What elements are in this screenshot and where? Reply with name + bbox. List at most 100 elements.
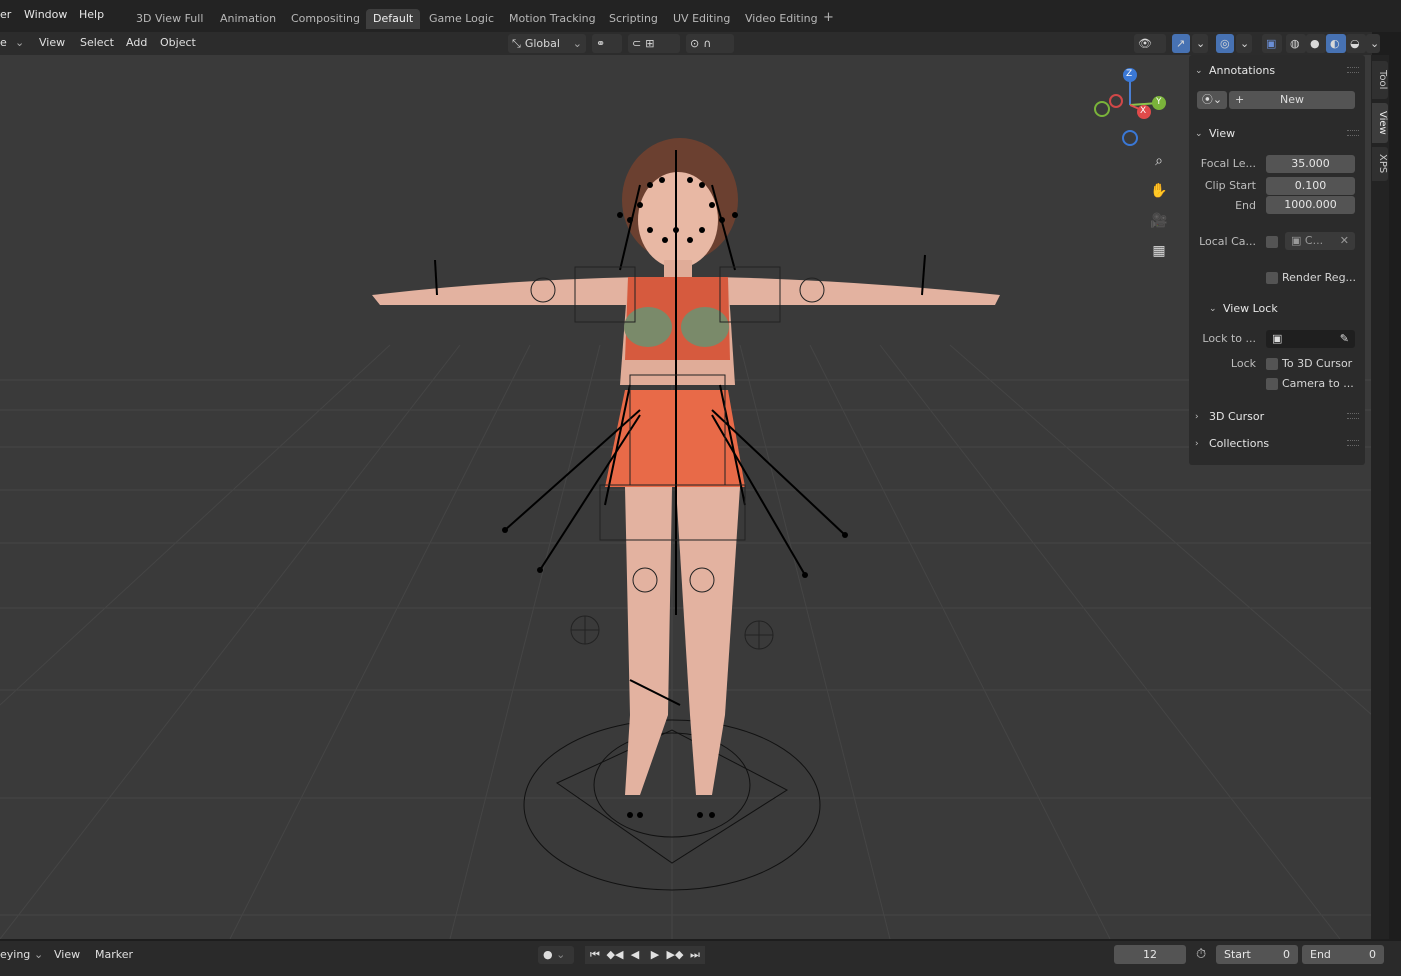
chevron-down-icon[interactable]: ⌄: [34, 948, 43, 961]
clip-end-field[interactable]: 1000.000: [1266, 196, 1355, 214]
tab-compositing[interactable]: Compositing: [284, 9, 367, 29]
tab-game-logic[interactable]: Game Logic: [422, 9, 501, 29]
view-lock-title: View Lock: [1223, 302, 1278, 315]
collections-header[interactable]: › Collections: [1195, 437, 1269, 450]
menu-help[interactable]: Help: [79, 8, 104, 21]
hand-pan-icon[interactable]: ✋: [1147, 179, 1171, 203]
tab-animation[interactable]: Animation: [213, 9, 283, 29]
lock-camera-to-view-checkbox[interactable]: [1266, 378, 1278, 390]
visibility-dropdown[interactable]: 👁: [1134, 34, 1166, 53]
gizmo-dropdown[interactable]: ⌄: [1192, 34, 1208, 53]
tab-3d-view-full[interactable]: 3D View Full: [129, 9, 210, 29]
play-reverse-icon[interactable]: ◀: [625, 946, 645, 964]
auto-keying-toggle[interactable]: ● ⌄: [538, 946, 574, 964]
menu-select[interactable]: Select: [80, 36, 114, 49]
timeline-header: eying ⌄ View Marker ● ⌄ ⏮ ◆◀ ◀ ▶ ▶◆ ⏭ 12…: [0, 941, 1401, 976]
drag-grip-icon[interactable]: [1347, 67, 1359, 73]
tab-uv-editing[interactable]: UV Editing: [666, 9, 737, 29]
tab-scripting[interactable]: Scripting: [602, 9, 665, 29]
navigation-gizmo[interactable]: Z Y X: [1092, 67, 1172, 147]
pivot-icon: ⚭: [596, 37, 606, 50]
chevron-down-icon[interactable]: ⌄: [15, 36, 24, 49]
drag-grip-icon[interactable]: [1347, 130, 1359, 136]
add-workspace-button[interactable]: +: [823, 10, 834, 25]
camera-object-icon: ▣: [1291, 234, 1302, 247]
menu-add[interactable]: Add: [126, 36, 147, 49]
menu-window[interactable]: Window: [24, 8, 67, 21]
chevron-right-icon: ›: [1195, 438, 1199, 449]
menu-file[interactable]: er: [0, 8, 11, 21]
annotations-header[interactable]: ⌄ Annotations: [1195, 64, 1275, 77]
menu-view[interactable]: View: [39, 36, 65, 49]
current-frame-field[interactable]: 12: [1114, 945, 1186, 964]
rendered-sphere-icon: ◒: [1350, 37, 1360, 50]
sidebar-panel: ⌄ Annotations ⦿⌄ + New ⌄ View Focal Le..…: [1189, 55, 1365, 465]
solid-sphere-icon: ●: [1310, 37, 1320, 50]
tab-motion-tracking[interactable]: Motion Tracking: [502, 9, 603, 29]
overlays-toggle[interactable]: ◎: [1216, 34, 1234, 53]
tab-tool[interactable]: Tool: [1372, 61, 1388, 99]
drag-grip-icon[interactable]: [1347, 440, 1359, 446]
tab-view[interactable]: View: [1372, 103, 1388, 143]
shading-wireframe[interactable]: ◍: [1286, 34, 1306, 53]
play-icon[interactable]: ▶: [645, 946, 665, 964]
xray-toggle[interactable]: ▣: [1262, 34, 1282, 53]
3d-viewport[interactable]: Z Y X ⌕ ✋ 🎥 ▦: [0, 55, 1372, 939]
lock-to-3d-cursor-checkbox[interactable]: [1266, 358, 1278, 370]
shading-solid[interactable]: ●: [1306, 34, 1326, 53]
falloff-icon: ∩: [703, 37, 712, 50]
render-region-checkbox[interactable]: [1266, 272, 1278, 284]
eyedropper-icon[interactable]: ✎: [1340, 330, 1349, 348]
snap-toggle[interactable]: ⊂ ⊞: [628, 34, 680, 53]
local-camera-checkbox[interactable]: [1266, 236, 1278, 248]
timeline-menu-view[interactable]: View: [54, 948, 80, 961]
shading-material[interactable]: ◐: [1326, 34, 1346, 53]
new-annotation-button[interactable]: + New: [1229, 91, 1355, 109]
prev-keyframe-icon[interactable]: ◆◀: [605, 946, 625, 964]
grid-perspective-icon[interactable]: ▦: [1147, 239, 1171, 263]
material-sphere-icon: ◐: [1330, 37, 1340, 50]
focal-length-field[interactable]: 35.000: [1266, 155, 1355, 173]
end-frame-field[interactable]: End 0: [1302, 945, 1384, 964]
close-icon[interactable]: ✕: [1340, 232, 1349, 250]
tab-video-editing[interactable]: Video Editing: [738, 9, 825, 29]
jump-end-icon[interactable]: ⏭: [685, 946, 705, 964]
clip-start-field[interactable]: 0.100: [1266, 177, 1355, 195]
menu-object[interactable]: Object: [160, 36, 196, 49]
gizmo-toggle[interactable]: ↗: [1172, 34, 1190, 53]
local-camera-field[interactable]: ▣ C... ✕: [1285, 232, 1355, 250]
stopwatch-icon[interactable]: ⏱: [1196, 947, 1206, 962]
jump-start-icon[interactable]: ⏮: [585, 946, 605, 964]
view-header[interactable]: ⌄ View: [1195, 127, 1235, 140]
keying-dropdown[interactable]: eying: [0, 948, 30, 961]
gizmo-x-label: X: [1140, 106, 1147, 116]
object-icon: ▣: [1272, 332, 1283, 345]
new-annotation-label: New: [1280, 93, 1304, 106]
next-keyframe-icon[interactable]: ▶◆: [665, 946, 685, 964]
3d-cursor-header[interactable]: › 3D Cursor: [1195, 410, 1264, 423]
drag-grip-icon[interactable]: [1347, 413, 1359, 419]
view-lock-header[interactable]: ⌄ View Lock: [1209, 302, 1278, 315]
transform-orientation-dropdown[interactable]: ⤡ Global ⌄: [508, 34, 586, 53]
chevron-down-icon: ⌄: [1209, 303, 1217, 314]
tab-xps[interactable]: XPS: [1372, 147, 1388, 181]
shading-rendered[interactable]: ◒: [1346, 34, 1366, 53]
zoom-icon[interactable]: ⌕: [1147, 149, 1171, 173]
top-menu-bar: er Window Help 3D View Full Animation Co…: [0, 0, 1401, 32]
collections-title: Collections: [1209, 437, 1270, 450]
proportional-edit-toggle[interactable]: ⊙ ∩: [686, 34, 734, 53]
mode-selector[interactable]: e: [0, 36, 7, 49]
shading-dropdown[interactable]: ⌄: [1366, 34, 1380, 53]
lock-to-object-field[interactable]: ▣ ✎: [1266, 330, 1355, 348]
camera-icon[interactable]: 🎥: [1147, 209, 1171, 233]
start-frame-field[interactable]: Start 0: [1216, 945, 1298, 964]
render-region-label: Render Reg...: [1282, 271, 1357, 284]
timeline-menu-marker[interactable]: Marker: [95, 948, 133, 961]
tab-default[interactable]: Default: [366, 9, 421, 29]
annotation-tool-dropdown[interactable]: ⦿⌄: [1197, 91, 1227, 109]
overlays-dropdown[interactable]: ⌄: [1236, 34, 1252, 53]
lock-label: Lock: [1230, 357, 1256, 370]
xray-icon: ▣: [1266, 37, 1277, 50]
pivot-point-dropdown[interactable]: ⚭: [592, 34, 622, 53]
snap-grid-icon: ⊞: [645, 37, 655, 50]
